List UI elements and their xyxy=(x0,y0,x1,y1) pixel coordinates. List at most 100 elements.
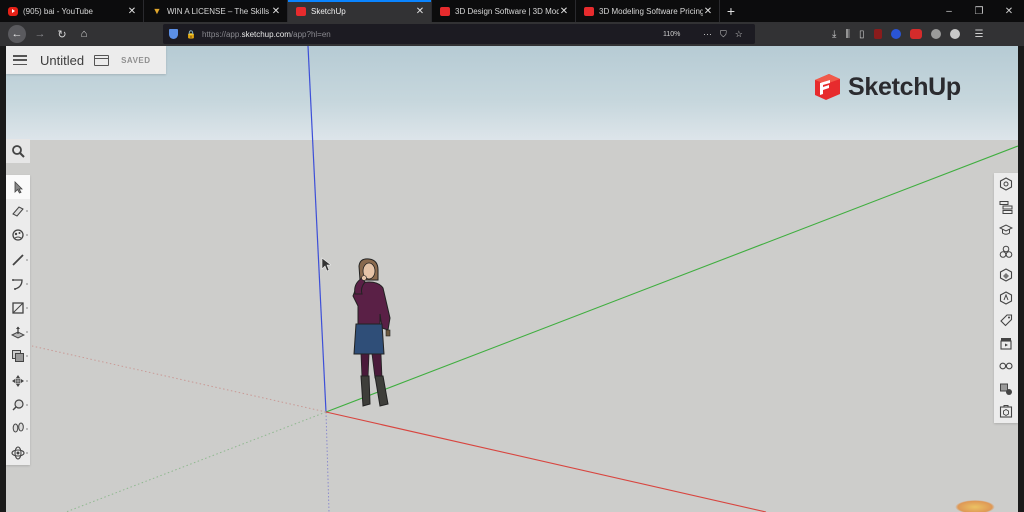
search-icon xyxy=(12,145,25,158)
offset-icon xyxy=(12,350,24,363)
pocket-icon[interactable]: ⛉ xyxy=(720,29,727,40)
tool-move[interactable] xyxy=(6,369,30,393)
browser-tab-sketchup[interactable]: SketchUp ✕ xyxy=(288,0,432,22)
browser-tab-3d-design[interactable]: 3D Design Software | 3D Mode ✕ xyxy=(432,0,576,22)
move-icon xyxy=(12,374,24,387)
right-panel-toolbar xyxy=(994,173,1018,423)
save-status: SAVED xyxy=(121,55,151,65)
tool-tape-measure[interactable] xyxy=(6,393,30,417)
window-controls: – ❐ ✕ xyxy=(934,0,1024,22)
document-title[interactable]: Untitled xyxy=(40,53,84,68)
youtube-icon xyxy=(8,6,18,16)
tag-icon xyxy=(1000,314,1013,327)
account-icon[interactable] xyxy=(930,29,941,39)
browser-tab-skills-factory[interactable]: ▼ WIN A LICENSE – The Skills Fac ✕ xyxy=(144,0,288,22)
select-arrow-icon xyxy=(14,181,23,194)
red-axis xyxy=(325,411,767,512)
tool-walk[interactable] xyxy=(6,417,30,441)
lock-icon[interactable]: 🔒 xyxy=(186,30,196,39)
components-icon xyxy=(999,246,1013,259)
close-tab-icon[interactable]: ✕ xyxy=(703,6,713,17)
browser-tab-youtube[interactable]: (905) bai - YouTube ✕ xyxy=(0,0,144,22)
download-icon[interactable]: ⤓ xyxy=(832,29,836,40)
home-button[interactable]: ⌂ xyxy=(74,28,94,40)
panel-entity-info[interactable] xyxy=(994,173,1018,196)
panel-instructor[interactable] xyxy=(994,218,1018,241)
sidebar-icon[interactable]: ▯ xyxy=(859,29,865,40)
instructor-icon xyxy=(999,224,1013,235)
zoom-level[interactable]: 110% xyxy=(663,31,680,38)
panel-3d-warehouse[interactable] xyxy=(994,400,1018,423)
sketchup-logo: SketchUp xyxy=(812,72,961,102)
glasses-icon xyxy=(999,362,1013,370)
sketchup-icon xyxy=(440,6,450,16)
tool-rectangle[interactable] xyxy=(6,296,30,320)
library-icon[interactable]: ⫼ xyxy=(845,29,850,40)
forward-button[interactable]: → xyxy=(30,28,50,40)
bookmark-star-icon[interactable]: ☆ xyxy=(735,29,743,40)
close-tab-icon[interactable]: ✕ xyxy=(415,6,425,17)
tool-pencil[interactable] xyxy=(6,248,30,272)
entity-info-icon xyxy=(999,177,1013,191)
tool-arc[interactable] xyxy=(6,272,30,296)
watermark-blob xyxy=(955,500,995,512)
tab-title: WIN A LICENSE – The Skills Fac xyxy=(167,6,271,16)
main-menu-icon[interactable] xyxy=(13,55,27,65)
extension-icon[interactable] xyxy=(873,29,882,39)
tool-paint[interactable] xyxy=(6,223,30,247)
pencil-icon xyxy=(12,254,24,266)
url-text[interactable]: https://app.sketchup.com/app?hl=en xyxy=(202,30,331,39)
page-actions-icon[interactable]: ··· xyxy=(703,29,712,40)
window-edge xyxy=(1018,46,1024,512)
tab-title: (905) bai - YouTube xyxy=(23,6,93,16)
scale-figure xyxy=(352,258,391,407)
close-tab-icon[interactable]: ✕ xyxy=(271,6,281,17)
url-actions: ··· ⛉ ☆ xyxy=(703,29,743,40)
extension-icon[interactable] xyxy=(890,29,901,39)
minimize-button[interactable]: – xyxy=(934,6,964,17)
tool-offset[interactable] xyxy=(6,344,30,368)
rectangle-icon xyxy=(12,302,24,314)
scenes-icon xyxy=(1000,338,1012,350)
browser-tab-pricing[interactable]: 3D Modeling Software Pricing | ✕ xyxy=(576,0,720,22)
menu-icon[interactable]: ☰ xyxy=(975,29,984,40)
panel-materials[interactable] xyxy=(994,264,1018,287)
url-bar[interactable]: 🔒 https://app.sketchup.com/app?hl=en 110… xyxy=(163,24,755,44)
panel-components[interactable] xyxy=(994,241,1018,264)
green-axis-negative xyxy=(65,411,327,512)
tracking-shield-icon[interactable] xyxy=(169,29,178,39)
adblock-icon[interactable] xyxy=(909,29,922,39)
green-axis xyxy=(325,145,1018,413)
3d-viewport[interactable] xyxy=(6,46,1018,512)
materials-icon xyxy=(999,268,1013,282)
tool-select[interactable] xyxy=(6,175,30,200)
panel-tags[interactable] xyxy=(994,309,1018,332)
panel-styles[interactable] xyxy=(994,286,1018,309)
panel-display[interactable] xyxy=(994,355,1018,378)
browser-tab-strip: (905) bai - YouTube ✕ ▼ WIN A LICENSE – … xyxy=(0,0,1024,22)
folder-icon[interactable] xyxy=(93,54,110,66)
close-tab-icon[interactable]: ✕ xyxy=(559,6,569,17)
footprints-icon xyxy=(12,422,24,433)
arc-icon xyxy=(12,278,23,290)
tool-eraser[interactable] xyxy=(6,199,30,223)
restore-button[interactable]: ❐ xyxy=(964,6,994,17)
reload-button[interactable]: ↻ xyxy=(52,28,72,41)
tool-push-pull[interactable] xyxy=(6,320,30,344)
panel-outliner[interactable] xyxy=(994,196,1018,219)
search-button[interactable] xyxy=(6,139,30,163)
outliner-icon xyxy=(999,201,1013,215)
eraser-icon xyxy=(12,206,24,217)
new-tab-button[interactable]: + xyxy=(720,0,742,22)
extension-icon[interactable] xyxy=(949,29,960,39)
panel-solid-inspector[interactable] xyxy=(994,377,1018,400)
tool-orbit[interactable] xyxy=(6,441,30,465)
panel-scenes[interactable] xyxy=(994,332,1018,355)
push-pull-icon xyxy=(11,326,25,339)
sketchup-icon xyxy=(296,6,306,16)
mouse-cursor-icon xyxy=(321,257,331,272)
close-window-button[interactable]: ✕ xyxy=(994,6,1024,17)
sketchup-icon xyxy=(584,6,594,16)
close-tab-icon[interactable]: ✕ xyxy=(127,6,137,17)
back-button[interactable]: ← xyxy=(8,25,26,43)
